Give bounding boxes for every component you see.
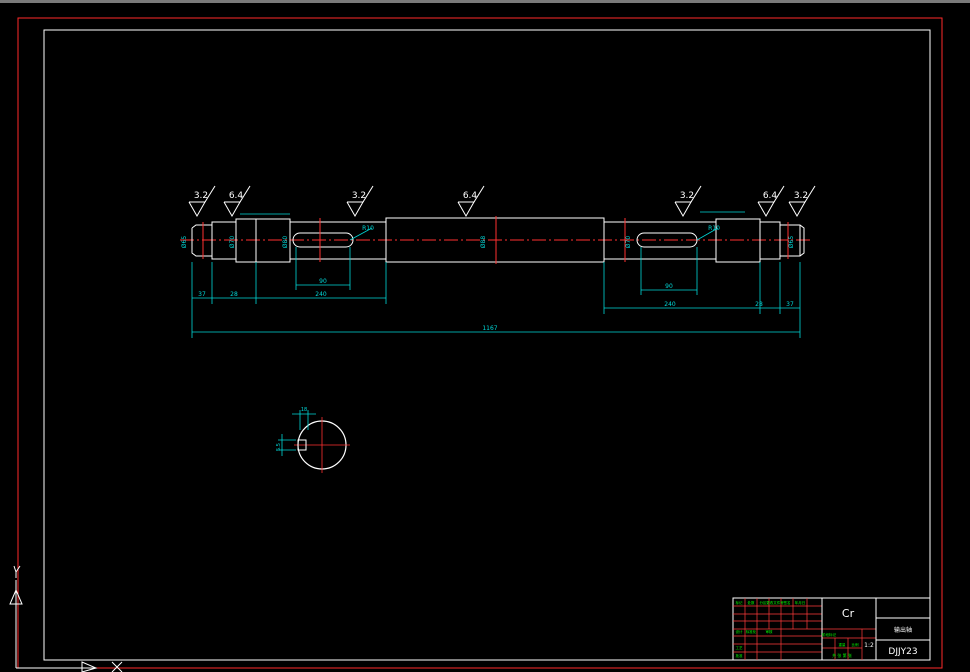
dim-diameter-5: Ø70 [625,236,632,249]
dim-diameter-2: Ø70 [229,236,236,249]
roughness-symbol: 3.2 [788,185,816,218]
roughness-value: 6.4 [763,191,778,201]
roughness-value: 3.2 [194,191,208,201]
dim-diameter-1: Ø65 [181,236,188,249]
title-small-label: 工艺 [736,645,744,650]
dim-left-3: 240 [315,291,327,298]
dimension-texts: 1167 37 28 240 240 28 37 90 90 R10 R10 Ø… [181,225,795,332]
dim-keyway-right: 90 [665,283,673,290]
title-small-label: 签名 [784,600,791,605]
dim-diameter-6: Ø65 [788,236,795,249]
dim-keyway-radius-left: R10 [362,225,374,232]
roughness-symbol: 3.2 [188,185,216,218]
ucs-icon [9,565,123,672]
roughness-value: 3.2 [680,191,694,201]
inner-frame [43,29,931,661]
dim-left-2: 28 [230,291,238,298]
roughness-symbol: 6.4 [223,185,251,218]
dim-right-2: 28 [755,301,763,308]
dim-keyway-left: 90 [319,278,327,285]
title-sheet-label: 共 张 第 张 [832,652,852,658]
title-small-label: 标记 [736,600,744,605]
roughness-symbol: 6.4 [457,185,485,218]
title-small-label: 阶段标记 [822,632,836,637]
title-material: Cr [842,607,855,620]
dim-right-1: 240 [664,301,676,308]
roughness-symbol: 3.2 [674,185,702,218]
roughness-symbol: 3.2 [346,185,374,218]
title-drawing-number: DJJY23 [888,647,917,657]
title-small-label: 年月日 [795,600,806,605]
outer-frame [17,17,943,669]
dim-diameter-3: Ø80 [282,236,289,249]
title-small-label: 重量 [839,642,847,647]
title-part-name: 输出轴 [894,626,912,634]
dim-total-length: 1167 [482,325,497,332]
title-small-label: 批准 [736,653,744,658]
dim-right-3: 37 [786,301,794,308]
title-small-label: 处数 [748,600,756,605]
dim-diameter-4: Ø88 [480,236,487,249]
title-small-label: 比例 [852,642,860,647]
roughness-value: 3.2 [794,191,808,201]
cross-section-view: 18 5.5 [276,407,350,473]
section-depth-label: 5.5 [276,443,282,451]
cad-drawing-canvas[interactable]: 3.2 6.4 3.2 6.4 3.2 6.4 3.2 1167 37 28 240 240… [0,0,970,672]
title-small-label: 设计 [736,629,744,634]
title-small-label: 更改文件号 [766,600,784,605]
dim-left-1: 37 [198,291,206,298]
roughness-symbol: 6.4 [757,185,785,218]
title-small-label: 审核 [766,629,774,634]
dim-keyway-radius-right: R10 [708,225,720,232]
section-width-label: 18 [301,407,307,413]
roughness-value: 6.4 [229,191,244,201]
roughness-value: 3.2 [352,191,366,201]
title-scale: 1:2 [864,642,874,649]
title-small-label: 标准化 [746,629,757,634]
title-block: Cr 输出轴 DJJY23 1:2 共 张 第 张 标记 处数 分区 更改文件号 签名年… [732,597,931,661]
roughness-symbols: 3.2 6.4 3.2 6.4 3.2 6.4 3.2 [188,185,816,218]
roughness-value: 6.4 [463,191,478,201]
